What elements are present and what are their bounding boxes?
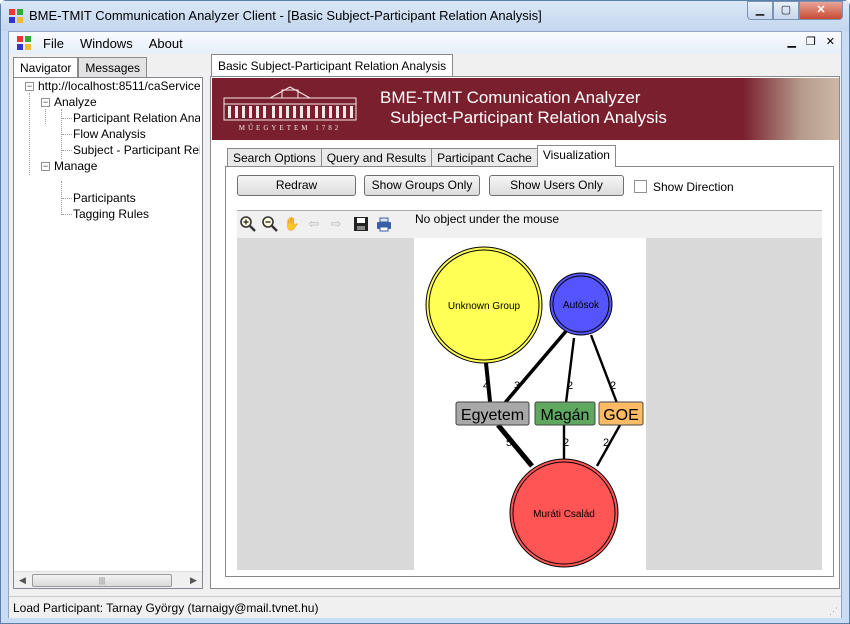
show-direction-label: Show Direction [653,180,734,194]
tab-document-basic-analysis[interactable]: Basic Subject-Participant Relation Analy… [211,54,454,76]
show-users-only-button[interactable]: Show Users Only [489,175,624,196]
document-panel: MŰEGYETEM 1782 BME-TMIT Comunication Ana… [210,76,840,589]
scroll-thumb[interactable]: ||| [32,574,172,587]
print-icon[interactable] [375,215,393,233]
banner-line1: BME-TMIT Comunication Analyzer [380,88,641,107]
edge-autosok-magan[interactable] [563,337,576,412]
edge-weight-label: 4 [483,380,489,392]
node-autosok-label: Autósok [563,300,600,311]
tree-node-participant-relation[interactable]: Participant Relation Analys [73,110,200,126]
node-magan[interactable]: Magán [534,401,596,426]
mdi-close-icon[interactable]: ✕ [826,35,835,48]
navigator-panel: − http://localhost:8511/caService - − An… [13,77,203,589]
tree-node-analyze[interactable]: Analyze [54,94,97,110]
tree-node-subject-participant[interactable]: Subject - Participant Relat [73,142,200,158]
show-groups-only-button[interactable]: Show Groups Only [364,175,480,196]
tab-visualization[interactable]: Visualization [536,145,616,167]
edge-weight-label: 5 [506,437,512,449]
manage-collapse-icon[interactable]: − [41,162,50,171]
zoom-out-icon[interactable] [261,215,279,233]
viewer-toolbar: ✋ ⇦ ⇨ No object under the mouse [237,211,822,238]
title-bar[interactable]: BME-TMIT Communication Analyzer Client -… [1,1,849,31]
edge-weight-label: 2 [567,380,573,392]
university-building-logo: MŰEGYETEM 1782 [223,86,357,132]
node-egyetem-label: Egyetem [461,407,524,424]
app-window: BME-TMIT Communication Analyzer Client -… [0,0,850,624]
edge-weight-label: 2 [603,437,609,449]
resize-grip-icon[interactable]: ⋰ [829,606,839,616]
minimize-button[interactable]: ▁ [747,1,773,20]
status-bar: Load Participant: Tarnay György (tarnaig… [9,596,841,618]
node-magan-label: Magán [541,407,590,424]
analyze-collapse-icon[interactable]: − [41,98,50,107]
banner-photo [743,78,839,140]
menu-bar: File Windows About ▁ ❐ ✕ [9,32,841,54]
close-button[interactable]: ✕ [799,1,843,20]
hover-status-text: No object under the mouse [415,212,560,226]
tab-search-options[interactable]: Search Options [227,148,322,167]
tab-messages[interactable]: Messages [78,57,148,77]
save-icon[interactable] [352,215,370,233]
back-arrow-icon[interactable]: ⇦ [305,215,323,233]
redraw-button[interactable]: Redraw [237,175,356,196]
forward-arrow-icon[interactable]: ⇨ [327,215,345,233]
navigator-tree[interactable]: − http://localhost:8511/caService - − An… [14,78,200,568]
menu-windows[interactable]: Windows [72,36,141,51]
root-collapse-icon[interactable]: − [25,82,34,91]
edge-autosok-goe[interactable] [589,334,622,412]
tree-node-participants[interactable]: Participants [73,190,136,206]
edge-egyetem-murati[interactable] [496,423,534,468]
banner-line2: Subject-Participant Relation Analysis [390,108,667,127]
tree-node-manage[interactable]: Manage [54,158,97,174]
graph-canvas[interactable]: 4 3 2 2 5 2 2 Unknown Group Autósok Murá… [414,238,646,571]
tree-node-tagging-rules[interactable]: Tagging Rules [73,206,149,222]
menu-about[interactable]: About [141,36,191,51]
edge-weight-label: 2 [610,380,616,392]
maximize-button[interactable]: ▢ [773,1,799,20]
mdi-minimize-icon[interactable]: ▁ [787,35,795,48]
tree-node-root[interactable]: http://localhost:8511/caService - [38,78,200,94]
node-goe-label: GOE [603,407,639,424]
node-autosok[interactable]: Autósok [549,272,613,336]
edge-weight-label: 2 [563,437,569,449]
tab-navigator[interactable]: Navigator [13,57,79,78]
tree-horizontal-scrollbar[interactable]: ◀ ||| ▶ [14,571,202,588]
scroll-left-icon[interactable]: ◀ [15,573,30,588]
node-murati-csalad[interactable]: Muráti Család [509,458,619,568]
node-unknown-group[interactable]: Unknown Group [425,246,543,364]
relation-graph[interactable]: 4 3 2 2 5 2 2 Unknown Group Autósok Murá… [414,238,646,571]
visualization-panel: Redraw Show Groups Only Show Users Only … [225,166,834,577]
tab-query-results[interactable]: Query and Results [320,148,433,167]
tab-participant-cache[interactable]: Participant Cache [431,148,538,167]
header-banner: MŰEGYETEM 1782 BME-TMIT Comunication Ana… [212,78,839,140]
node-murati-label: Muráti Család [533,509,595,520]
tree-node-flow-analysis[interactable]: Flow Analysis [73,126,146,142]
edge-weight-label: 3 [514,380,520,392]
graph-viewer: ✋ ⇦ ⇨ No object under the mouse 4 3 2 2 … [237,210,822,571]
node-goe[interactable]: GOE [598,401,644,426]
zoom-in-icon[interactable] [239,215,257,233]
app-icon[interactable] [9,9,23,23]
pan-hand-icon[interactable]: ✋ [283,215,301,233]
menu-file[interactable]: File [35,36,72,51]
client-area: File Windows About ▁ ❐ ✕ Navigator Messa… [8,31,842,618]
mdi-child-icon[interactable] [17,36,31,50]
mdi-restore-icon[interactable]: ❐ [806,35,816,48]
status-text: Load Participant: Tarnay György (tarnaig… [13,601,319,615]
node-unknown-group-label: Unknown Group [448,301,521,312]
scroll-right-icon[interactable]: ▶ [186,573,201,588]
logo-text: MŰEGYETEM 1782 [239,124,341,132]
show-direction-checkbox[interactable] [634,180,647,193]
window-title: BME-TMIT Communication Analyzer Client -… [29,8,542,23]
node-egyetem[interactable]: Egyetem [455,401,530,426]
